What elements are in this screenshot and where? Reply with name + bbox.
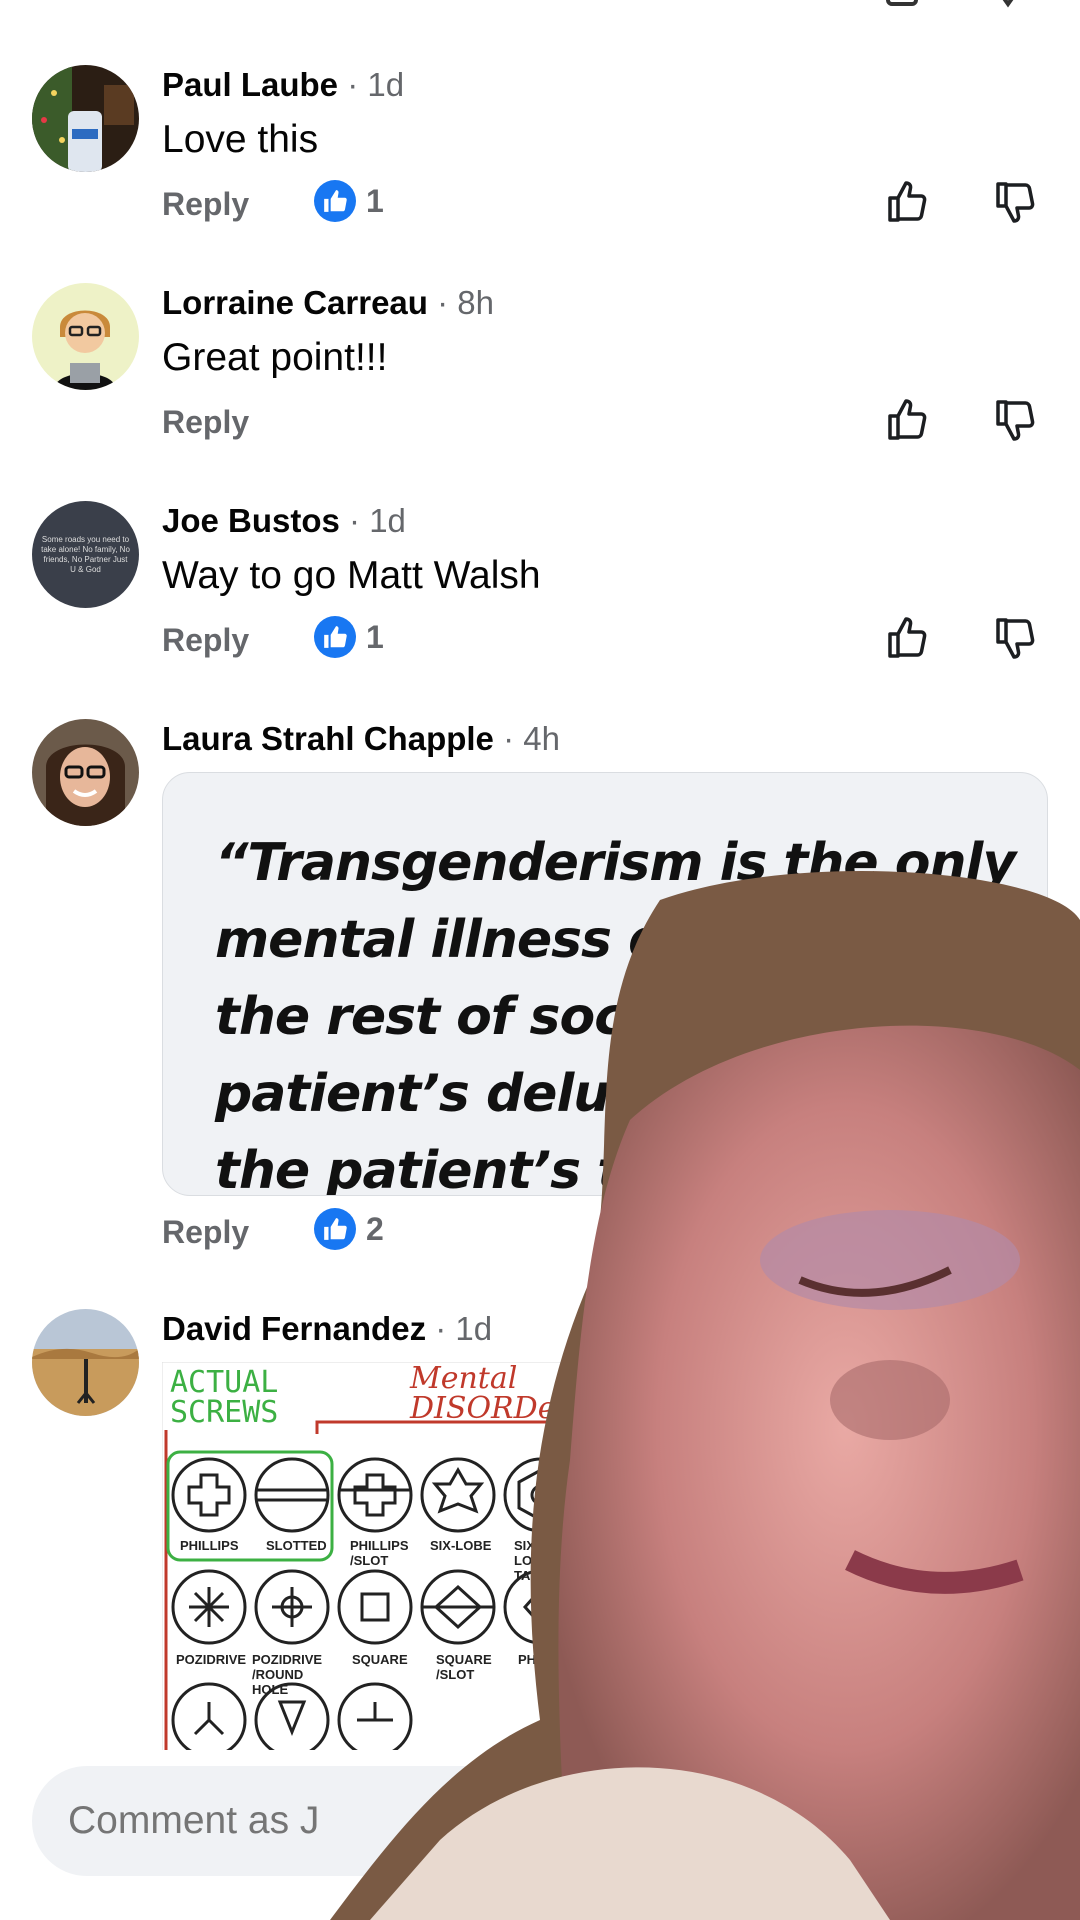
comment-time[interactable]: · 8h — [437, 284, 494, 321]
like-reaction-icon — [314, 180, 356, 222]
like-reaction-icon — [314, 616, 356, 658]
comment-time[interactable]: · 1d — [349, 502, 406, 539]
reply-button[interactable]: Reply — [162, 404, 249, 441]
reaction-count: 1 — [366, 182, 384, 219]
reply-button[interactable]: Reply — [162, 1214, 249, 1251]
video-overlay[interactable] — [330, 860, 1080, 1920]
comment-author[interactable]: Lorraine Carreau · 8h — [162, 284, 494, 322]
previous-comment-actions — [886, 0, 1014, 8]
comment-author[interactable]: Paul Laube · 1d — [162, 66, 404, 104]
upvote-icon[interactable] — [884, 178, 932, 226]
avatar[interactable] — [32, 1309, 139, 1416]
avatar[interactable] — [32, 65, 139, 172]
comment-author[interactable]: Joe Bustos · 1d — [162, 502, 406, 540]
avatar[interactable] — [32, 719, 139, 826]
downvote-icon[interactable] — [992, 178, 1040, 226]
upvote-icon[interactable] — [884, 396, 932, 444]
avatar-caption: Some roads you need to take alone! No fa… — [41, 534, 130, 574]
comment-text: Way to go Matt Walsh — [162, 554, 541, 597]
comment-author[interactable]: Laura Strahl Chapple · 4h — [162, 720, 560, 758]
reaction-summary[interactable]: 1 — [314, 180, 384, 222]
reaction-count: 1 — [366, 618, 384, 655]
comment-text: Great point!!! — [162, 336, 388, 379]
comment-text: Love this — [162, 118, 319, 161]
upvote-icon[interactable] — [884, 614, 932, 662]
downvote-icon[interactable] — [992, 614, 1040, 662]
avatar[interactable] — [32, 283, 139, 390]
reply-button[interactable]: Reply — [162, 622, 249, 659]
reply-button[interactable]: Reply — [162, 186, 249, 223]
comment-time[interactable]: · 1d — [347, 66, 404, 103]
reaction-summary[interactable]: 1 — [314, 616, 384, 658]
comment-time[interactable]: · 4h — [503, 720, 560, 757]
image-title-left: ACTUAL SCREWS — [170, 1365, 279, 1430]
avatar[interactable]: Some roads you need to take alone! No fa… — [32, 501, 139, 608]
downvote-icon[interactable] — [992, 396, 1040, 444]
